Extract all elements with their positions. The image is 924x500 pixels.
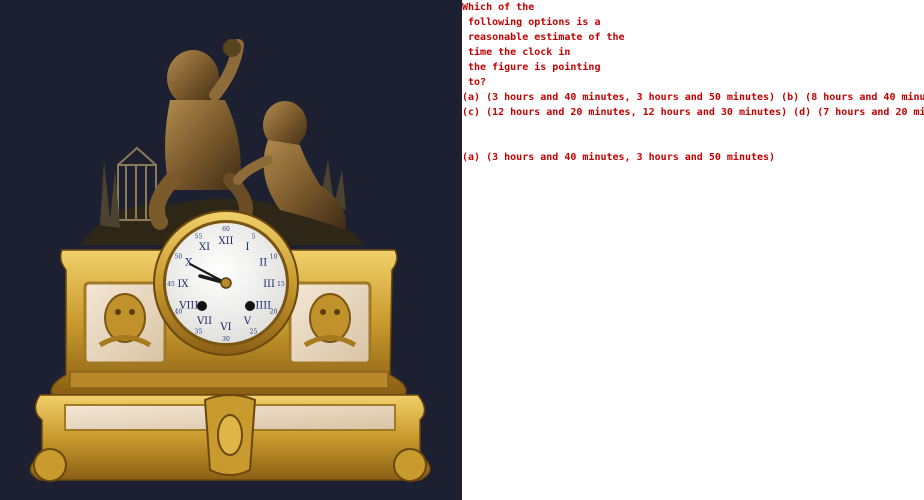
question-line: to? bbox=[462, 77, 487, 88]
options-line-1: (a) (3 hours and 40 minutes, 3 hours and… bbox=[462, 92, 924, 103]
clock-minute-marker: 35 bbox=[195, 329, 203, 336]
options-line-2: (c) (12 hours and 20 minutes, 12 hours a… bbox=[462, 107, 924, 118]
clock-face: XIIIIIIIIIIIIVVIVIIVIIIIXXXI 60510152025… bbox=[153, 210, 299, 356]
clock-numeral: IX bbox=[177, 279, 189, 290]
clock-numeral: II bbox=[259, 258, 267, 269]
winding-hole-right bbox=[245, 301, 255, 311]
clock-numeral: VII bbox=[196, 316, 212, 327]
clock-minute-marker: 60 bbox=[222, 226, 230, 233]
clock-minute-marker: 45 bbox=[167, 281, 175, 288]
clock-minute-marker: 20 bbox=[270, 309, 278, 316]
clock-base bbox=[29, 394, 431, 482]
clock-minute-marker: 30 bbox=[222, 336, 230, 343]
question-line: reasonable estimate of the bbox=[462, 32, 625, 43]
clock-minute-marker: 15 bbox=[277, 281, 285, 288]
question-panel: Which of the following options is a reas… bbox=[462, 0, 924, 500]
clock-numeral: X bbox=[185, 258, 193, 269]
question-line: Which of the bbox=[462, 2, 535, 13]
question-line: the figure is pointing bbox=[462, 62, 601, 73]
winding-hole-left bbox=[197, 301, 207, 311]
clock-numeral: IIII bbox=[255, 301, 271, 312]
clock-numeral: XII bbox=[218, 236, 233, 247]
clock-numeral: I bbox=[246, 242, 250, 253]
clock-minute-marker: 5 bbox=[252, 233, 256, 240]
mantel-clock-illustration: XIIIIIIIIIIIIVVIVIIVIIIIXXXI 60510152025… bbox=[29, 39, 431, 482]
clock-minute-marker: 55 bbox=[195, 233, 203, 240]
clock-numeral: V bbox=[243, 316, 252, 327]
clock-minute-marker: 40 bbox=[175, 309, 183, 316]
clock-minute-marker: 25 bbox=[250, 329, 258, 336]
clock-minute-marker: 10 bbox=[270, 254, 278, 261]
clock-numeral: XI bbox=[199, 242, 210, 253]
clock-photo: XII I II III IIII V VI VII VIII IX X XI 60 5 10 15 20 25… bbox=[0, 0, 462, 500]
question-line: time the clock in bbox=[462, 47, 571, 58]
answer-line: (a) (3 hours and 40 minutes, 3 hours and… bbox=[462, 152, 776, 163]
clock-numeral: VI bbox=[219, 322, 231, 333]
clock-numeral: III bbox=[263, 279, 275, 290]
question-line: following options is a bbox=[462, 17, 601, 28]
clock-minute-marker: 50 bbox=[175, 254, 183, 261]
